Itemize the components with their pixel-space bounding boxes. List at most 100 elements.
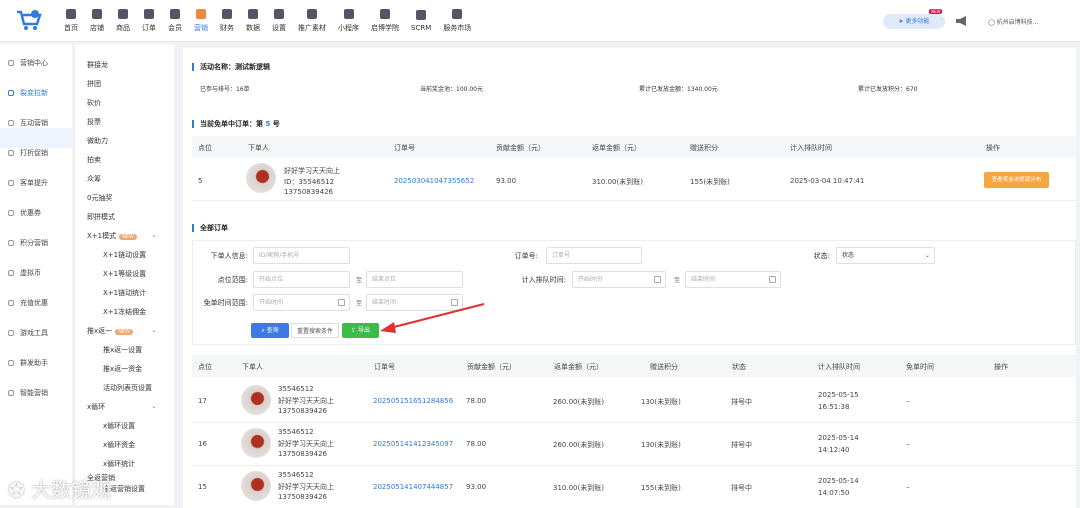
queue-end-input[interactable]: 结束时间	[685, 271, 781, 288]
cart-logo-icon[interactable]	[16, 9, 42, 31]
nav-item-12[interactable]: SCRM	[405, 4, 437, 38]
sidebar-item-label: 优惠券	[20, 209, 41, 217]
status-select[interactable]: 状态 ⌄	[836, 247, 935, 264]
sidebar-item-label: 客单提升	[20, 179, 48, 187]
table-header-cell: 赠送积分	[650, 363, 678, 371]
submenu-item[interactable]: 群接龙	[87, 60, 108, 70]
nav-item-8[interactable]: 设置	[266, 4, 292, 38]
nav-item-1[interactable]: 店铺	[84, 4, 110, 38]
order-link[interactable]: 202505141412345097	[373, 440, 453, 448]
sidebar-item-5[interactable]: 优惠券	[8, 208, 41, 218]
speaker-icon[interactable]	[956, 16, 966, 26]
joined-count: 已参与排号：16单	[200, 86, 250, 93]
submenu-item[interactable]: 0元抽奖	[87, 193, 112, 203]
submenu-item[interactable]: 即拼模式	[87, 212, 115, 222]
reset-button[interactable]: 重置搜索条件	[291, 323, 339, 338]
view-pool-distribution-button[interactable]: 查看奖金池提现分布	[984, 172, 1049, 188]
red-arrow-annotation	[380, 303, 485, 333]
buyer-phone: 13750839426	[278, 407, 327, 415]
sidebar-item-6[interactable]: 积分营销	[8, 238, 48, 248]
search-button[interactable]: ⌕ 查询	[251, 323, 289, 338]
chevron-down-icon[interactable]: ⌄	[151, 326, 157, 334]
nav-item-0[interactable]: 首页	[58, 4, 84, 38]
chevron-down-icon[interactable]: ⌄	[151, 231, 157, 239]
sidebar-item-8[interactable]: 充值优惠	[8, 298, 48, 308]
filter-label: 状态:	[813, 252, 830, 260]
filter-label: 免单时间范围:	[203, 299, 248, 307]
sidebar-item-10[interactable]: 群发助手	[8, 358, 48, 368]
status-value: 状态	[842, 252, 855, 259]
submenu-child-item[interactable]: x循环资金	[103, 440, 135, 450]
free-start-input[interactable]: 开始时间	[253, 294, 350, 311]
sidebar-item-11[interactable]: 智能营销	[8, 388, 48, 398]
submenu-item[interactable]: 拼团	[87, 79, 101, 89]
free-time-cell: –	[906, 483, 910, 491]
nav-item-6[interactable]: 财务	[214, 4, 240, 38]
sidebar: 营销中心裂变拉新互动营销打折促销客单提升优惠券积分营销虚拟币充值优惠游戏工具群发…	[0, 44, 72, 505]
submenu-item[interactable]: 投票	[87, 117, 101, 127]
nav-item-4[interactable]: 会员	[162, 4, 188, 38]
sidebar-item-0[interactable]: 营销中心	[8, 58, 48, 68]
submenu-group-group2[interactable]: 推x返一 NEW	[87, 326, 133, 336]
sidebar-item-3[interactable]: 打折促销	[8, 148, 48, 158]
submenu-item[interactable]: 砍价	[87, 98, 101, 108]
nav-item-2[interactable]: 商品	[110, 4, 136, 38]
nav-item-5[interactable]: 营销	[188, 4, 214, 38]
range-separator: 至	[356, 300, 363, 307]
chevron-down-icon: ⌄	[924, 252, 930, 259]
nav-icon	[66, 9, 76, 19]
submenu-item[interactable]: 拍卖	[87, 155, 101, 165]
submenu-child-item[interactable]: X+1链动统计	[103, 288, 146, 298]
submenu-child-item[interactable]: 推x返一设置	[103, 345, 142, 355]
buyer-info-input[interactable]: ID/昵称/手机号	[253, 247, 350, 264]
order-link[interactable]: 202505151651284856	[373, 397, 453, 405]
nav-item-9[interactable]: 推广素材	[292, 4, 332, 38]
nav-label: 设置	[272, 24, 286, 32]
nav-item-10[interactable]: 小程序	[332, 4, 365, 38]
filter-label: 计入排队时间:	[521, 276, 566, 284]
input-placeholder: 结束点位	[372, 276, 397, 283]
shop-selector[interactable]: ◯ 杭州启博科技...	[988, 17, 1038, 26]
sidebar-item-9[interactable]: 游戏工具	[8, 328, 48, 338]
end-position-input[interactable]: 结束点位	[366, 271, 463, 288]
submenu-child-item[interactable]: 推x返一资金	[103, 364, 142, 374]
points-cell: 130(未到账)	[641, 441, 681, 449]
table-header-cell: 操作	[994, 363, 1008, 371]
order-link[interactable]: 202505141407444857	[373, 483, 453, 491]
submenu-child-item[interactable]: x循环设置	[103, 421, 135, 431]
new-badge: NEW	[115, 329, 133, 335]
nav-item-3[interactable]: 订单	[136, 4, 162, 38]
current-order-title: 当前免单中订单：第 5 号	[192, 120, 280, 128]
nav-item-13[interactable]: 服务市场	[437, 4, 477, 38]
nav-icon	[274, 9, 284, 19]
submenu-child-item[interactable]: x循环统计	[103, 459, 135, 469]
submenu-child-item[interactable]: X+1链动设置	[103, 250, 146, 260]
nav-item-11[interactable]: 启博学院	[365, 4, 405, 38]
sidebar-item-2[interactable]: 互动营销	[8, 118, 48, 128]
submenu-child-item[interactable]: 活动列表页设置	[103, 383, 152, 393]
start-position-input[interactable]: 开始点位	[253, 271, 350, 288]
sidebar-item-7[interactable]: 虚拟币	[8, 268, 41, 278]
buyer-id: 35546512	[278, 471, 314, 479]
order-link[interactable]: 202503041047355652	[394, 177, 474, 185]
sidebar-item-1[interactable]: 裂变拉新	[8, 88, 48, 98]
sidebar-item-icon	[8, 60, 14, 66]
chevron-down-icon[interactable]: ⌄	[151, 402, 157, 410]
submenu-group-group1[interactable]: X+1模式 NEW	[87, 231, 137, 241]
more-features-button[interactable]: ➤ 更多功能	[883, 14, 945, 29]
all-orders-title: 全部订单	[192, 224, 228, 232]
free-time-cell: –	[906, 397, 910, 405]
submenu-child-item[interactable]: X+1等级设置	[103, 269, 146, 279]
queue-time-cell: 14:07:50	[818, 489, 850, 497]
export-button[interactable]: ⇪ 导出	[342, 323, 379, 338]
watermark: ✪ 大数镜观	[8, 478, 112, 502]
nav-item-7[interactable]: 数据	[240, 4, 266, 38]
submenu-child-item[interactable]: X+1冻结佣金	[103, 307, 146, 317]
submenu-group-group3[interactable]: x循环	[87, 402, 105, 412]
queue-start-input[interactable]: 开始时间	[572, 271, 666, 288]
sidebar-item-4[interactable]: 客单提升	[8, 178, 48, 188]
submenu-item[interactable]: 众筹	[87, 174, 101, 184]
submenu-item[interactable]: 微助力	[87, 136, 108, 146]
sidebar-item-icon	[8, 90, 14, 96]
order-number-input[interactable]: 订单号	[546, 247, 642, 264]
